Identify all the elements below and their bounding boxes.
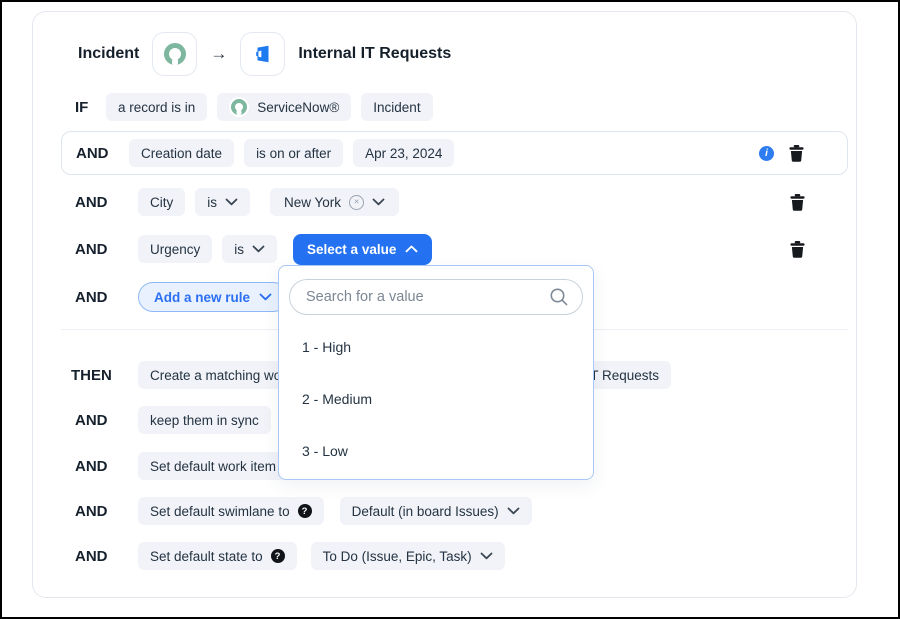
chevron-up-icon: [405, 245, 418, 253]
if-record-type-pill[interactable]: Incident: [361, 93, 432, 121]
sync-action-pill[interactable]: keep them in sync: [138, 406, 271, 434]
then-label: THEN: [71, 367, 128, 384]
option-low[interactable]: 3 - Low: [279, 425, 593, 477]
servicenow-icon: [229, 97, 249, 117]
add-new-rule-button[interactable]: Add a new rule: [138, 282, 288, 312]
operator-pill[interactable]: is on or after: [244, 139, 343, 167]
operator-dropdown-pill[interactable]: is: [195, 188, 250, 216]
info-icon[interactable]: i: [759, 146, 774, 161]
and-label: AND: [75, 458, 128, 475]
target-tool-icon: [252, 43, 274, 65]
trash-icon[interactable]: [790, 241, 805, 258]
and-label: AND: [75, 241, 128, 258]
chevron-down-icon: [225, 198, 238, 206]
then-action-text-end: T Requests: [590, 368, 659, 383]
target-tool-box[interactable]: [240, 32, 285, 76]
and-label: AND: [75, 194, 128, 211]
target-project-title: Internal IT Requests: [298, 45, 451, 63]
operator-dropdown-pill[interactable]: is: [222, 235, 277, 263]
chevron-down-icon: [480, 552, 493, 560]
rule-builder-page: { "header": { "source_record_type": "Inc…: [0, 0, 900, 619]
and-label: AND: [75, 412, 128, 429]
help-icon[interactable]: ?: [298, 504, 312, 518]
value-dropdown-panel: 1 - High 2 - Medium 3 - Low: [278, 265, 594, 480]
option-list: 1 - High 2 - Medium 3 - Low: [279, 321, 593, 477]
rule-row-creation-date: AND Creation date is on or after Apr 23,…: [61, 131, 848, 175]
remove-value-icon[interactable]: ✕: [349, 195, 364, 210]
add-rule-row: AND Add a new rule: [75, 282, 288, 312]
trash-icon[interactable]: [790, 194, 805, 211]
rule-row-city: AND City is New York ✕: [75, 187, 805, 217]
field-pill[interactable]: City: [138, 188, 185, 216]
swimlane-action-pill[interactable]: Set default swimlane to ?: [138, 497, 324, 525]
state-value-pill[interactable]: To Do (Issue, Epic, Task): [311, 542, 505, 570]
sync-row: AND keep them in sync: [75, 405, 271, 435]
search-input[interactable]: [289, 279, 583, 315]
and-label: AND: [75, 289, 128, 306]
chevron-down-icon: [372, 198, 385, 206]
and-label: AND: [75, 503, 128, 520]
option-medium[interactable]: 2 - Medium: [279, 373, 593, 425]
sync-arrow-icon: →: [210, 44, 227, 64]
field-pill[interactable]: Urgency: [138, 235, 212, 263]
rule-row-urgency: AND Urgency is Select a value: [75, 234, 805, 264]
source-record-type: Incident: [78, 45, 139, 63]
if-tool-pill[interactable]: ServiceNow®: [217, 93, 351, 121]
trash-icon[interactable]: [789, 145, 804, 162]
swimlane-value-pill[interactable]: Default (in board Issues): [340, 497, 532, 525]
value-dropdown-pill[interactable]: New York ✕: [270, 188, 399, 216]
servicenow-icon: [164, 43, 186, 65]
search-icon: [549, 287, 569, 307]
swimlane-row: AND Set default swimlane to ? Default (i…: [75, 496, 532, 526]
and-label: AND: [75, 548, 128, 565]
flow-header: Incident → Internal IT Requests: [78, 31, 451, 77]
source-tool-box[interactable]: [152, 32, 197, 76]
if-condition-pill[interactable]: a record is in: [106, 93, 207, 121]
state-action-pill[interactable]: Set default state to ?: [138, 542, 297, 570]
option-high[interactable]: 1 - High: [279, 321, 593, 373]
rule-builder-card: Incident → Internal IT Requests IF a rec…: [32, 11, 857, 598]
if-label: IF: [75, 99, 96, 116]
field-pill[interactable]: Creation date: [129, 139, 234, 167]
select-value-button[interactable]: Select a value: [293, 234, 432, 265]
chevron-down-icon: [259, 293, 272, 301]
then-action-text-start: Create a matching work: [150, 368, 293, 383]
state-row: AND Set default state to ? To Do (Issue,…: [75, 541, 505, 571]
chevron-down-icon: [507, 507, 520, 515]
if-row: IF a record is in ServiceNow® Incident: [75, 92, 433, 122]
and-label: AND: [76, 145, 129, 162]
chevron-down-icon: [252, 245, 265, 253]
value-pill[interactable]: Apr 23, 2024: [353, 139, 454, 167]
help-icon[interactable]: ?: [271, 549, 285, 563]
